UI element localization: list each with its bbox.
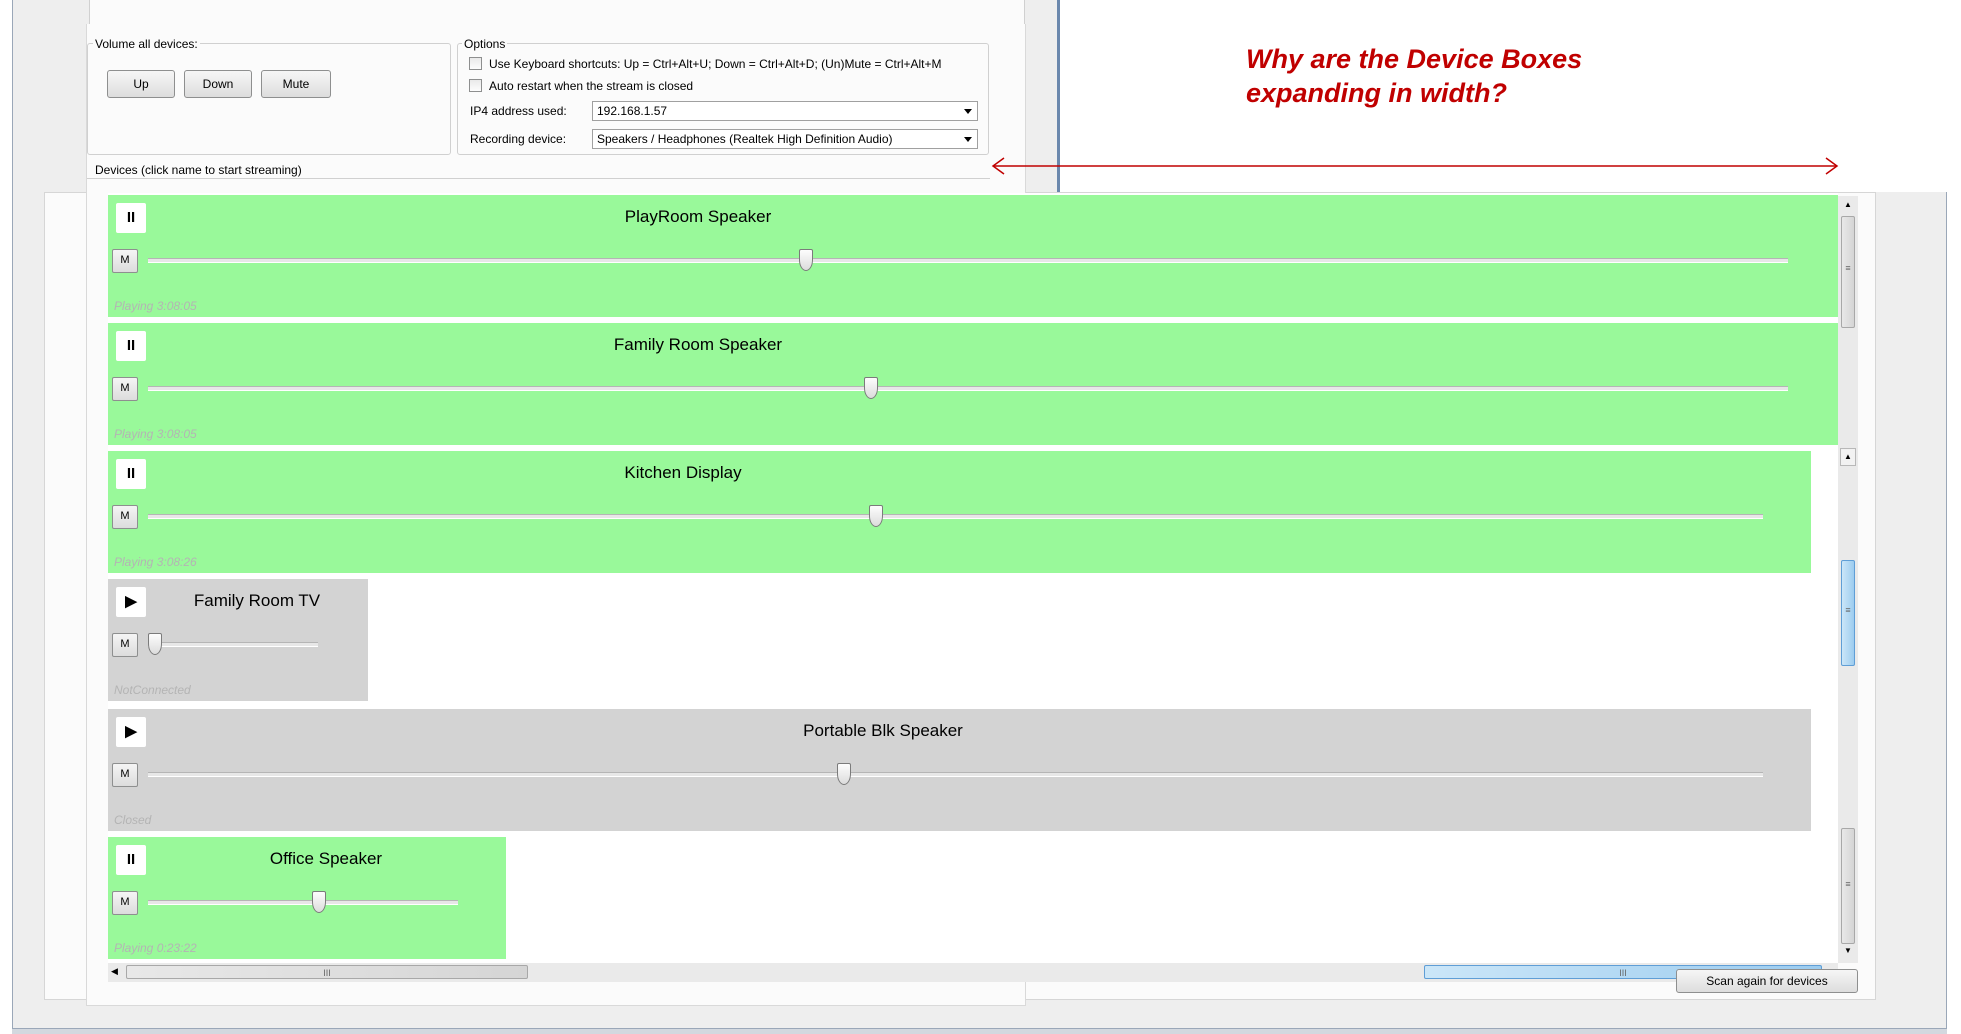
- volume-all-label: Volume all devices:: [93, 37, 200, 51]
- options-label: Options: [462, 37, 508, 51]
- scroll-up-icon[interactable]: ▲: [1844, 200, 1852, 209]
- volume-slider-thumb[interactable]: [869, 505, 884, 527]
- auto-restart-label: Auto restart when the stream is closed: [489, 79, 694, 93]
- play-button[interactable]: ▶: [116, 717, 146, 747]
- scrollbar-grip: ≡: [1845, 263, 1851, 273]
- device-mute-button[interactable]: M: [112, 763, 138, 787]
- volume-slider-track[interactable]: [148, 386, 1788, 391]
- pause-button[interactable]: II: [116, 459, 146, 489]
- volume-slider-track[interactable]: [148, 258, 1788, 263]
- volume-slider-track[interactable]: [148, 900, 458, 905]
- recording-device-label: Recording device:: [470, 132, 567, 146]
- volume-all-group: [87, 43, 451, 155]
- volume-up-button[interactable]: Up: [107, 70, 175, 98]
- scrollbar-thumb-active[interactable]: ≡: [1841, 560, 1855, 666]
- volume-down-button[interactable]: Down: [184, 70, 252, 98]
- scroll-up-icon[interactable]: ▲: [1840, 448, 1856, 466]
- volume-slider-thumb[interactable]: [311, 891, 326, 913]
- device-status: Closed: [114, 813, 152, 827]
- volume-slider-thumb[interactable]: [148, 633, 162, 655]
- scan-again-button[interactable]: Scan again for devices: [1676, 969, 1858, 993]
- scrollbar-grip: ≡: [1845, 605, 1851, 615]
- volume-slider-track[interactable]: [148, 514, 1763, 519]
- scrollbar-grip: ≡: [1845, 879, 1851, 889]
- mute-all-button[interactable]: Mute: [261, 70, 331, 98]
- device-mute-button[interactable]: M: [112, 633, 138, 657]
- devices-group-border: [87, 178, 990, 179]
- volume-slider-thumb[interactable]: [837, 763, 852, 785]
- device-mute-button[interactable]: M: [112, 377, 138, 401]
- scrollbar-thumb[interactable]: ≡: [1841, 828, 1855, 944]
- device-status: Playing 3:08:26: [114, 555, 197, 569]
- device-status: NotConnected: [114, 683, 191, 697]
- device-box: ▶ Family Room TV M NotConnected: [108, 579, 368, 701]
- device-mute-button[interactable]: M: [112, 891, 138, 915]
- ip-address-select[interactable]: 192.168.1.57: [592, 101, 978, 121]
- scrollbar-thumb[interactable]: ≡: [1841, 216, 1855, 328]
- device-box: II Family Room Speaker M Playing 3:08:05: [108, 323, 1838, 445]
- window-bottom-border: [12, 1028, 1947, 1034]
- volume-slider-track[interactable]: [148, 772, 1763, 777]
- device-status: Playing 3:08:05: [114, 427, 197, 441]
- annotation-text: Why are the Device Boxes expanding in wi…: [1246, 44, 1583, 108]
- scroll-down-icon[interactable]: ▼: [1844, 946, 1852, 955]
- pause-button[interactable]: II: [116, 845, 146, 875]
- device-box: ▶ Portable Blk Speaker M Closed: [108, 709, 1811, 831]
- pause-button[interactable]: II: [116, 331, 146, 361]
- chevron-down-icon: [964, 109, 972, 114]
- hscrollbar-thumb[interactable]: III: [126, 965, 528, 979]
- device-status: Playing 3:08:05: [114, 299, 197, 313]
- pause-button[interactable]: II: [116, 203, 146, 233]
- ip-address-label: IP4 address used:: [470, 104, 567, 118]
- device-name[interactable]: Office Speaker: [152, 849, 500, 869]
- ip-address-value: 192.168.1.57: [597, 104, 668, 118]
- device-name[interactable]: Kitchen Display: [483, 463, 883, 483]
- devices-group-label: Devices (click name to start streaming): [93, 163, 304, 177]
- vertical-scrollbar-top[interactable]: ▲ ≡: [1838, 196, 1858, 448]
- device-name[interactable]: PlayRoom Speaker: [498, 207, 898, 227]
- volume-slider-thumb[interactable]: [799, 249, 814, 271]
- device-status: Playing 0:23:22: [114, 941, 197, 955]
- device-box: II Office Speaker M Playing 0:23:22: [108, 837, 506, 959]
- play-button[interactable]: ▶: [116, 587, 146, 617]
- auto-restart-checkbox[interactable]: [469, 79, 482, 92]
- device-name[interactable]: Portable Blk Speaker: [683, 721, 1083, 741]
- keyboard-shortcuts-checkbox[interactable]: [469, 57, 482, 70]
- device-name[interactable]: Family Room TV: [152, 591, 362, 611]
- volume-slider-thumb[interactable]: [864, 377, 879, 399]
- recording-device-value: Speakers / Headphones (Realtek High Defi…: [597, 132, 893, 146]
- device-mute-button[interactable]: M: [112, 505, 138, 529]
- horizontal-scrollbar[interactable]: ◀ III III: [108, 963, 1838, 982]
- device-mute-button[interactable]: M: [112, 249, 138, 273]
- scroll-left-icon[interactable]: ◀: [111, 966, 118, 977]
- volume-slider-track[interactable]: [148, 642, 318, 647]
- recording-device-select[interactable]: Speakers / Headphones (Realtek High Defi…: [592, 129, 978, 149]
- device-box: II PlayRoom Speaker M Playing 3:08:05: [108, 195, 1838, 317]
- device-name[interactable]: Family Room Speaker: [498, 335, 898, 355]
- vertical-scrollbar-bottom[interactable]: ▲ ≡ ≡ ▼: [1838, 448, 1858, 963]
- chevron-down-icon: [964, 137, 972, 142]
- device-box: II Kitchen Display M Playing 3:08:26: [108, 451, 1811, 573]
- hscrollbar-grip: III: [323, 968, 331, 978]
- keyboard-shortcuts-label: Use Keyboard shortcuts: Up = Ctrl+Alt+U;…: [489, 57, 942, 71]
- width-arrow-annotation: [991, 157, 1839, 175]
